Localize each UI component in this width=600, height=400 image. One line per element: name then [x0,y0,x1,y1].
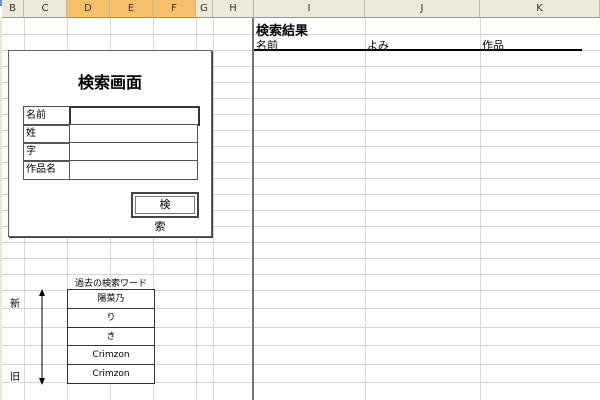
column-header-j[interactable]: J [365,0,480,18]
column-header-i[interactable]: I [254,0,365,18]
column-header-k[interactable]: K [480,0,600,18]
history-item[interactable]: き [67,327,155,347]
grid-line [365,18,366,400]
column-header-h[interactable]: H [213,0,254,18]
work-title-input[interactable] [69,160,198,180]
column-header-f[interactable]: F [153,0,196,18]
grid-line [2,242,600,243]
results-separator [252,18,254,400]
history-newer-label: 新 [10,299,20,310]
column-header-c[interactable]: C [24,0,67,18]
column-header-e[interactable]: E [110,0,153,18]
name-input[interactable] [69,106,200,126]
field-label-surname: 姓 [23,124,70,144]
search-button[interactable]: 検 索 [131,192,199,233]
row-header-strip[interactable] [0,18,2,400]
given-name-input[interactable] [69,142,198,162]
history-item[interactable]: 陽菜乃 [67,289,155,309]
results-header-underline [254,49,582,51]
grid-line [480,18,481,400]
grid-line [2,274,600,275]
double-arrow-icon [39,289,45,385]
column-header-g[interactable]: G [196,0,213,18]
column-header-b[interactable]: B [2,0,24,18]
surname-input[interactable] [69,124,198,144]
history-title: 過去の検索ワード [75,279,148,289]
column-header-d[interactable]: D [67,0,110,18]
grid-line [2,258,600,259]
history-older-label: 旧 [10,372,20,383]
history-item[interactable]: り [67,308,155,328]
grid-line [213,18,214,400]
spreadsheet-sheet[interactable]: B C D E F G H I J K 検索画面 名前 姓 字 作品名 検 索 … [0,0,600,400]
history-item[interactable]: Crimzon [67,364,155,384]
history-item[interactable]: Crimzon [67,345,155,365]
field-label-work-title: 作品名 [23,160,70,180]
field-label-given-name: 字 [23,142,70,162]
search-panel: 検索画面 名前 姓 字 作品名 検 索 [8,50,212,237]
field-label-name: 名前 [23,106,70,126]
search-panel-title: 検索画面 [77,73,142,92]
